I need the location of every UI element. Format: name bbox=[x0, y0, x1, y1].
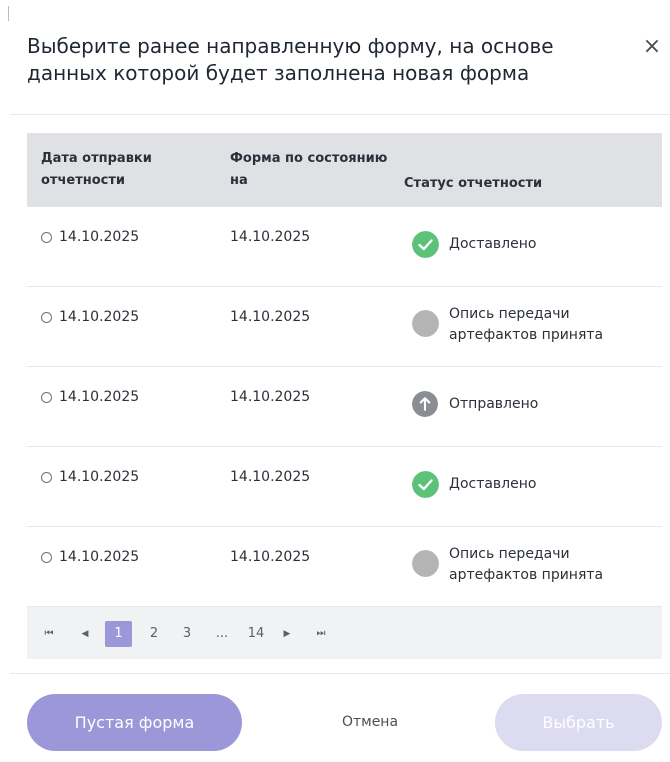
next-page-icon[interactable]: ▶ bbox=[279, 621, 295, 647]
column-header-form-date: Форма по состоянию на bbox=[230, 151, 388, 188]
window-edge bbox=[8, 6, 9, 21]
status-text: Отправлено bbox=[449, 396, 539, 412]
sent-date-cell: 14.10.2025 bbox=[59, 389, 140, 405]
row-radio[interactable] bbox=[41, 312, 52, 323]
table-row[interactable]: 14.10.2025 14.10.2025 Доставлено bbox=[27, 447, 662, 527]
close-icon[interactable]: × bbox=[640, 35, 664, 59]
column-header-status: Статус отчетности bbox=[404, 176, 543, 191]
first-page-icon[interactable]: ⏮ bbox=[41, 621, 57, 647]
row-radio[interactable] bbox=[41, 472, 52, 483]
prev-page-icon[interactable]: ◀ bbox=[77, 621, 93, 647]
check-icon bbox=[412, 231, 439, 258]
footer-divider bbox=[10, 673, 670, 674]
form-date-cell: 14.10.2025 bbox=[230, 549, 311, 565]
table-row[interactable]: 14.10.2025 14.10.2025 Доставлено bbox=[27, 207, 662, 287]
table-header: Дата отправки отчетности Форма по состоя… bbox=[27, 133, 662, 207]
sent-date-cell: 14.10.2025 bbox=[59, 309, 140, 325]
page-button-14[interactable]: 14 bbox=[242, 621, 270, 647]
sent-date-cell: 14.10.2025 bbox=[59, 469, 140, 485]
grey-dot-icon bbox=[412, 550, 439, 577]
page-button-2[interactable]: 2 bbox=[144, 621, 164, 647]
arrow-up-icon bbox=[412, 391, 438, 417]
table-row[interactable]: 14.10.2025 14.10.2025 Опись передачи арт… bbox=[27, 287, 662, 367]
check-icon bbox=[412, 471, 439, 498]
form-date-cell: 14.10.2025 bbox=[230, 469, 311, 485]
status-text: Доставлено bbox=[449, 476, 537, 492]
dialog-title: Выберите ранее направленную форму, на ос… bbox=[27, 34, 554, 85]
page-button-1[interactable]: 1 bbox=[105, 621, 132, 647]
form-date-cell: 14.10.2025 bbox=[230, 389, 311, 405]
header-divider bbox=[10, 114, 670, 115]
status-text: Доставлено bbox=[449, 236, 537, 252]
row-radio[interactable] bbox=[41, 232, 52, 243]
sent-date-cell: 14.10.2025 bbox=[59, 549, 140, 565]
status-text: Опись передачи артефактов принята bbox=[449, 546, 604, 583]
sent-date-cell: 14.10.2025 bbox=[59, 229, 140, 245]
row-radio[interactable] bbox=[41, 552, 52, 563]
column-header-sent-date: Дата отправки отчетности bbox=[41, 151, 152, 188]
choose-button[interactable]: Выбрать bbox=[495, 694, 662, 751]
status-text: Опись передачи артефактов принята bbox=[449, 306, 604, 343]
page-button-3[interactable]: 3 bbox=[177, 621, 197, 647]
pagination: ⏮ ◀ 1 2 3 ... 14 ▶ ⏭ bbox=[27, 607, 662, 659]
table-row[interactable]: 14.10.2025 14.10.2025 Отправлено bbox=[27, 367, 662, 447]
last-page-icon[interactable]: ⏭ bbox=[313, 621, 329, 647]
row-radio[interactable] bbox=[41, 392, 52, 403]
forms-table: Дата отправки отчетности Форма по состоя… bbox=[27, 133, 662, 659]
form-date-cell: 14.10.2025 bbox=[230, 309, 311, 325]
pagination-ellipsis: ... bbox=[215, 626, 229, 641]
cancel-button[interactable]: Отмена bbox=[320, 708, 420, 736]
empty-form-button[interactable]: Пустая форма bbox=[27, 694, 242, 751]
select-form-dialog: Выберите ранее направленную форму, на ос… bbox=[0, 0, 670, 762]
table-row[interactable]: 14.10.2025 14.10.2025 Опись передачи арт… bbox=[27, 527, 662, 607]
form-date-cell: 14.10.2025 bbox=[230, 229, 311, 245]
grey-dot-icon bbox=[412, 310, 439, 337]
